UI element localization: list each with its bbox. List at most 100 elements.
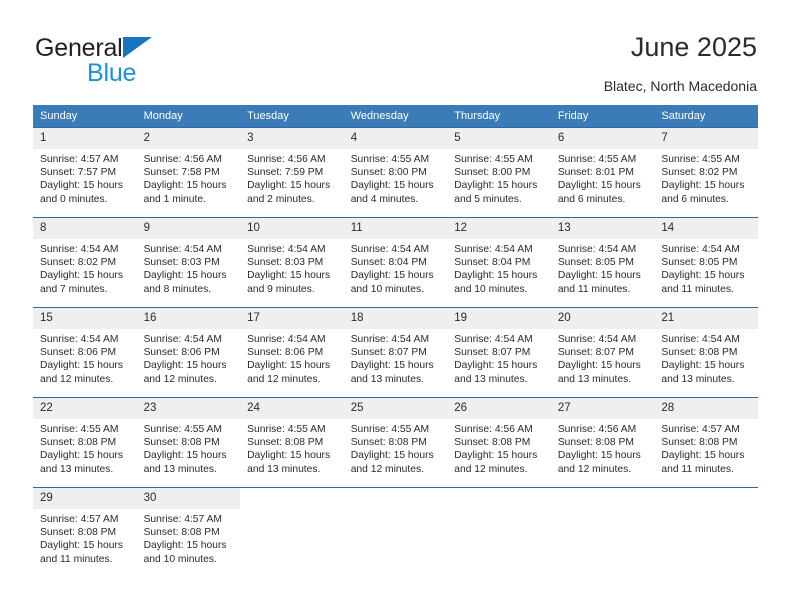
day-number: 7 — [654, 128, 758, 149]
daylight-text-line2: and 13 minutes. — [143, 463, 217, 475]
daylight-text-line2: and 11 minutes. — [661, 283, 734, 295]
calendar-day-cell[interactable]: 26 Sunrise: 4:56 AM Sunset: 8:08 PM Dayligh… — [447, 397, 551, 488]
sunrise-text: Sunrise: 4:55 AM — [350, 154, 430, 165]
daylight-text-line2: and 10 minutes. — [143, 553, 217, 565]
day-details: Sunrise: 4:57 AM Sunset: 8:08 PM Daylight:… — [654, 419, 758, 476]
calendar-week-row: 22 Sunrise: 4:55 AM Sunset: 8:08 PM Dayligh… — [33, 397, 758, 488]
sunset-text: Sunset: 7:59 PM — [247, 167, 324, 179]
daylight-text-line1: Daylight: 15 hours — [40, 270, 123, 282]
calendar-day-cell[interactable]: 18 Sunrise: 4:54 AM Sunset: 8:07 PM Dayligh… — [343, 307, 448, 398]
daylight-text-line1: Daylight: 15 hours — [557, 360, 641, 372]
calendar-day-cell[interactable]: 28 Sunrise: 4:57 AM Sunset: 8:08 PM Dayligh… — [654, 397, 758, 488]
day-number: 24 — [240, 398, 344, 419]
sunrise-text: Sunrise: 4:55 AM — [661, 154, 740, 165]
calendar-day-cell[interactable]: 3 Sunrise: 4:56 AM Sunset: 7:59 PM Daylight… — [240, 127, 344, 218]
day-number: 15 — [33, 308, 137, 329]
calendar-day-cell[interactable]: 12 Sunrise: 4:54 AM Sunset: 8:04 PM Dayligh… — [447, 217, 551, 308]
day-details: Sunrise: 4:54 AM Sunset: 8:05 PM Daylight:… — [654, 239, 758, 296]
calendar-day-cell[interactable]: 6 Sunrise: 4:55 AM Sunset: 8:01 PM Daylight… — [550, 127, 655, 218]
daylight-text-line1: Daylight: 15 hours — [143, 270, 227, 282]
calendar-day-cell[interactable]: 11 Sunrise: 4:54 AM Sunset: 8:04 PM Dayligh… — [343, 217, 448, 308]
calendar-day-cell[interactable]: 10 Sunrise: 4:54 AM Sunset: 8:03 PM Dayligh… — [240, 217, 344, 308]
calendar-cell-empty — [654, 487, 758, 578]
sunrise-text: Sunrise: 4:54 AM — [454, 334, 533, 345]
daylight-text-line2: and 13 minutes. — [350, 373, 424, 385]
day-details: Sunrise: 4:54 AM Sunset: 8:02 PM Daylight:… — [33, 239, 137, 296]
daylight-text-line2: and 12 minutes. — [143, 373, 217, 385]
daylight-text-line1: Daylight: 15 hours — [143, 360, 227, 372]
calendar-day-cell[interactable]: 5 Sunrise: 4:55 AM Sunset: 8:00 PM Daylight… — [447, 127, 551, 218]
calendar-day-cell[interactable]: 17 Sunrise: 4:54 AM Sunset: 8:06 PM Dayligh… — [240, 307, 344, 398]
sunrise-text: Sunrise: 4:54 AM — [350, 244, 430, 255]
daylight-text-line1: Daylight: 15 hours — [247, 360, 331, 372]
daylight-text-line2: and 12 minutes. — [247, 373, 321, 385]
calendar-day-cell[interactable]: 24 Sunrise: 4:55 AM Sunset: 8:08 PM Dayligh… — [240, 397, 344, 488]
day-number: 2 — [136, 128, 241, 149]
calendar-day-cell[interactable]: 9 Sunrise: 4:54 AM Sunset: 8:03 PM Daylight… — [136, 217, 241, 308]
calendar-day-cell[interactable]: 1 Sunrise: 4:57 AM Sunset: 7:57 PM Daylight… — [33, 127, 137, 218]
calendar-day-cell[interactable]: 16 Sunrise: 4:54 AM Sunset: 8:06 PM Dayligh… — [136, 307, 241, 398]
calendar-day-cell[interactable]: 2 Sunrise: 4:56 AM Sunset: 7:58 PM Daylight… — [136, 127, 241, 218]
calendar-day-cell[interactable]: 27 Sunrise: 4:56 AM Sunset: 8:08 PM Dayligh… — [550, 397, 655, 488]
logo-text-general: General — [35, 34, 123, 62]
daylight-text-line1: Daylight: 15 hours — [40, 540, 123, 552]
calendar-day-cell[interactable]: 8 Sunrise: 4:54 AM Sunset: 8:02 PM Daylight… — [33, 217, 137, 308]
calendar-day-cell[interactable]: 29 Sunrise: 4:57 AM Sunset: 8:08 PM Dayligh… — [33, 487, 137, 578]
day-number: 17 — [240, 308, 344, 329]
sunset-text: Sunset: 8:08 PM — [454, 437, 531, 449]
sunset-text: Sunset: 8:08 PM — [143, 527, 220, 539]
calendar-day-cell[interactable]: 7 Sunrise: 4:55 AM Sunset: 8:02 PM Daylight… — [654, 127, 758, 218]
calendar-table: Sunday Monday Tuesday Wednesday Thursday Frid… — [33, 105, 758, 578]
daylight-text-line1: Daylight: 15 hours — [247, 180, 331, 192]
day-details: Sunrise: 4:55 AM Sunset: 8:08 PM Daylight:… — [240, 419, 344, 476]
day-number: 23 — [136, 398, 241, 419]
sunrise-text: Sunrise: 4:54 AM — [350, 334, 430, 345]
day-details: Sunrise: 4:55 AM Sunset: 8:08 PM Daylight:… — [33, 419, 137, 476]
calendar-day-cell[interactable]: 30 Sunrise: 4:57 AM Sunset: 8:08 PM Dayligh… — [136, 487, 241, 578]
daylight-text-line2: and 6 minutes. — [661, 193, 729, 205]
daylight-text-line1: Daylight: 15 hours — [350, 180, 434, 192]
calendar-header-row: Sunday Monday Tuesday Wednesday Thursday Frid… — [33, 105, 758, 128]
day-number: 11 — [343, 218, 448, 239]
daylight-text-line2: and 12 minutes. — [557, 463, 632, 475]
day-number: 30 — [136, 488, 241, 509]
daylight-text-line1: Daylight: 15 hours — [143, 180, 227, 192]
calendar-day-cell[interactable]: 25 Sunrise: 4:55 AM Sunset: 8:08 PM Dayligh… — [343, 397, 448, 488]
day-number: 1 — [33, 128, 137, 149]
sunrise-text: Sunrise: 4:57 AM — [143, 514, 222, 525]
sunset-text: Sunset: 8:01 PM — [557, 167, 634, 179]
day-details: Sunrise: 4:56 AM Sunset: 7:59 PM Daylight:… — [240, 149, 344, 206]
day-number: 13 — [550, 218, 655, 239]
sunset-text: Sunset: 8:02 PM — [40, 257, 117, 269]
day-number: 4 — [343, 128, 448, 149]
day-number: 5 — [447, 128, 551, 149]
logo-text-blue: Blue — [87, 59, 137, 87]
day-number-placeholder — [344, 488, 448, 509]
sunrise-text: Sunrise: 4:55 AM — [143, 424, 222, 435]
calendar-day-cell[interactable]: 22 Sunrise: 4:55 AM Sunset: 8:08 PM Dayligh… — [33, 397, 137, 488]
weekday-header-cell: Monday — [136, 105, 241, 128]
day-details: Sunrise: 4:55 AM Sunset: 8:08 PM Daylight:… — [344, 419, 448, 476]
daylight-text-line2: and 10 minutes. — [454, 283, 528, 295]
calendar-day-cell[interactable]: 23 Sunrise: 4:55 AM Sunset: 8:08 PM Dayligh… — [136, 397, 241, 488]
sunrise-text: Sunrise: 4:54 AM — [557, 334, 637, 345]
calendar-day-cell[interactable]: 21 Sunrise: 4:54 AM Sunset: 8:08 PM Dayligh… — [654, 307, 758, 398]
calendar-day-cell[interactable]: 13 Sunrise: 4:54 AM Sunset: 8:05 PM Dayligh… — [550, 217, 655, 308]
calendar-day-cell[interactable]: 4 Sunrise: 4:55 AM Sunset: 8:00 PM Daylight… — [343, 127, 448, 218]
daylight-text-line1: Daylight: 15 hours — [143, 450, 227, 462]
calendar-day-cell[interactable]: 14 Sunrise: 4:54 AM Sunset: 8:05 PM Dayligh… — [654, 217, 758, 308]
day-number: 10 — [240, 218, 344, 239]
sunset-text: Sunset: 8:04 PM — [454, 257, 531, 269]
sunset-text: Sunset: 8:05 PM — [557, 257, 634, 269]
sunset-text: Sunset: 8:06 PM — [40, 347, 117, 359]
sunrise-text: Sunrise: 4:56 AM — [454, 424, 533, 435]
sunset-text: Sunset: 8:05 PM — [661, 257, 738, 269]
weekday-header-cell: Saturday — [654, 105, 758, 128]
day-details: Sunrise: 4:55 AM Sunset: 8:00 PM Daylight:… — [344, 149, 448, 206]
weekday-header-cell: Thursday — [447, 105, 551, 128]
calendar-day-cell[interactable]: 15 Sunrise: 4:54 AM Sunset: 8:06 PM Dayligh… — [33, 307, 137, 398]
calendar-day-cell[interactable]: 20 Sunrise: 4:54 AM Sunset: 8:07 PM Dayligh… — [550, 307, 655, 398]
day-details: Sunrise: 4:54 AM Sunset: 8:07 PM Daylight:… — [551, 329, 655, 386]
calendar-day-cell[interactable]: 19 Sunrise: 4:54 AM Sunset: 8:07 PM Dayligh… — [447, 307, 551, 398]
general-blue-logo: General Blue — [35, 34, 215, 90]
